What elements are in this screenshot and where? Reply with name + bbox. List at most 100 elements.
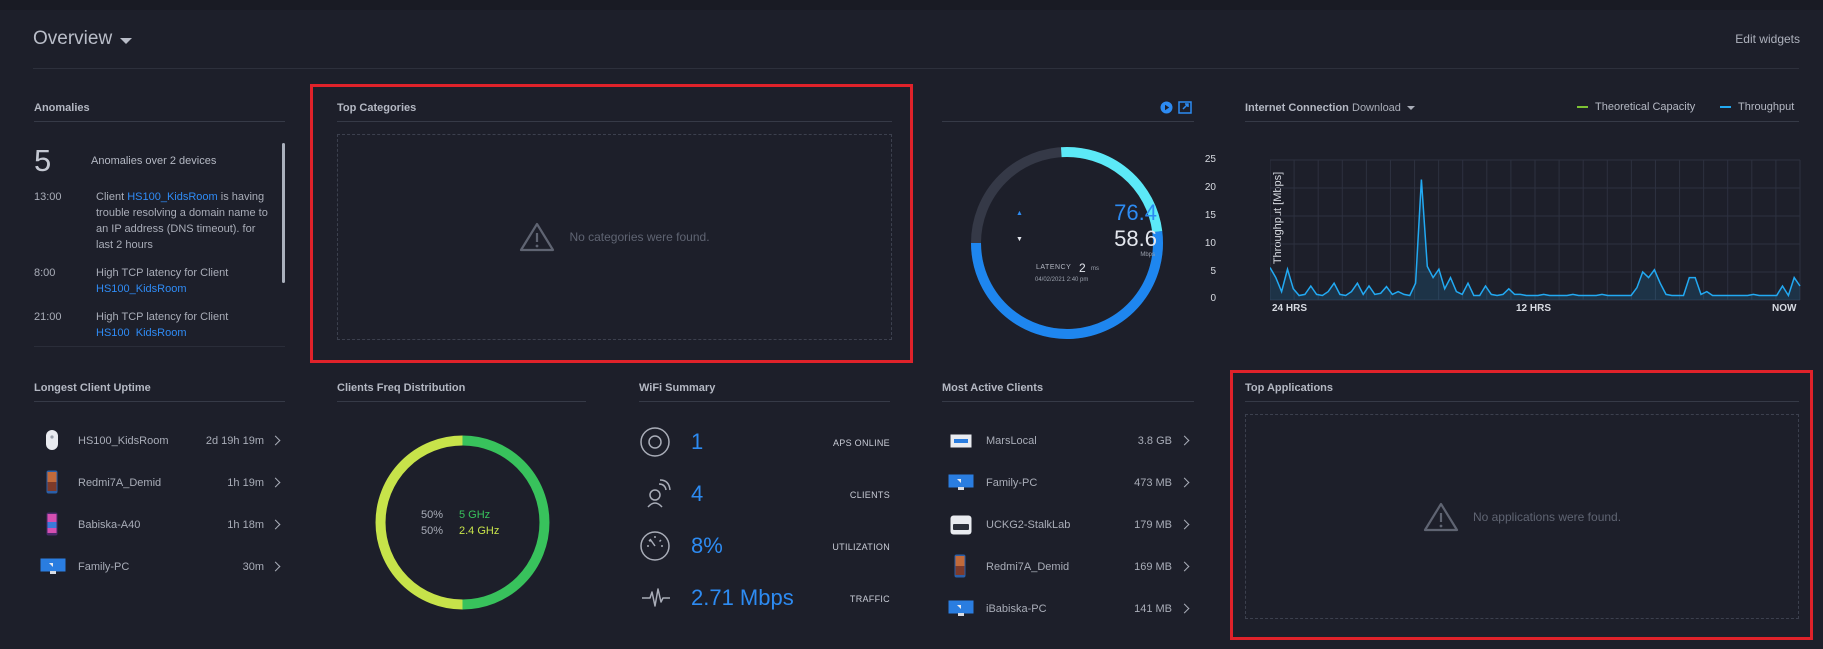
freq-divider	[337, 401, 586, 402]
chevron-right-icon	[1179, 477, 1190, 488]
freq-title: Clients Freq Distribution	[337, 382, 466, 394]
top-categories-empty: No categories were found.	[337, 134, 892, 340]
uptime-value: 1h 18m	[227, 519, 264, 531]
pc-icon	[40, 558, 66, 574]
list-item[interactable]: iBabiska-PC 141 MB	[942, 593, 1194, 625]
external-link-icon[interactable]	[1178, 101, 1192, 114]
wifi-summary-divider	[639, 401, 890, 402]
overview-dropdown[interactable]: Overview	[33, 28, 133, 50]
traffic-label: TRAFFIC	[849, 594, 890, 604]
anomalies-bottom-divider	[34, 346, 285, 347]
anomaly-time: 13:00	[34, 191, 62, 203]
speed-unit: Mbps	[1140, 252, 1155, 258]
chevron-right-icon	[270, 561, 281, 572]
wifi-row-aps[interactable]: 1 APS ONLINE	[639, 424, 890, 460]
anomalies-count: 5	[34, 143, 52, 178]
legend-label: Throughput	[1738, 101, 1795, 113]
anomalies-title: Anomalies	[34, 102, 90, 114]
legend-throughput: Throughput	[1720, 101, 1794, 113]
y-tick: 5	[1210, 266, 1216, 277]
anomaly-text: Client HS100_KidsRoom is having trouble …	[96, 189, 271, 253]
longest-uptime-divider	[34, 401, 285, 402]
client-name: Babiska-A40	[78, 519, 141, 531]
edit-widgets-link[interactable]: Edit widgets	[1735, 32, 1800, 46]
anomaly-text-pre: High TCP latency for Client	[96, 267, 229, 279]
anomaly-text: High TCP latency for Client HS100_KidsRo…	[96, 265, 271, 297]
wifi-summary-title: WiFi Summary	[639, 382, 716, 394]
chevron-right-icon	[1179, 561, 1190, 572]
client-link[interactable]: HS100_KidsRoom	[96, 283, 187, 295]
latency-label: LATENCY	[1036, 264, 1072, 271]
top-strip	[0, 0, 1823, 10]
list-item[interactable]: HS100_KidsRoom 2d 19h 19m	[34, 425, 285, 457]
anomaly-time: 8:00	[34, 267, 56, 279]
play-icon[interactable]	[1160, 101, 1173, 114]
speedtest-date: 04/02/2021 2:40 pm	[1035, 277, 1089, 283]
uptime-value: 2d 19h 19m	[205, 435, 264, 447]
most-active-title: Most Active Clients	[942, 382, 1044, 394]
client-link[interactable]: HS100_KidsRoom	[127, 191, 218, 203]
list-item[interactable]: UCKG2-StalkLab 179 MB	[942, 509, 1194, 541]
phone-icon	[46, 470, 58, 494]
chevron-right-icon	[1179, 519, 1190, 530]
chevron-right-icon	[270, 477, 281, 488]
list-item[interactable]: Redmi7A_Demid 1h 19m	[34, 467, 285, 499]
longest-uptime-title: Longest Client Uptime	[34, 382, 151, 394]
client-name: UCKG2-StalkLab	[986, 519, 1071, 531]
legend-label: Theoretical Capacity	[1595, 101, 1696, 113]
list-item[interactable]: Babiska-A40 1h 18m	[34, 509, 285, 541]
cloud-key-icon	[950, 515, 972, 535]
latency-unit: ms	[1091, 266, 1099, 272]
client-name: MarsLocal	[986, 435, 1037, 447]
usage-value: 3.8 GB	[1137, 435, 1172, 447]
download-arrow-icon: ▲	[1016, 210, 1023, 217]
list-item[interactable]: Family-PC 30m	[34, 551, 285, 583]
internet-title: Internet Connection	[1245, 102, 1349, 114]
wifi-row-utilization[interactable]: 8% UTILIZATION	[639, 528, 890, 564]
anomalies-scrollbar[interactable]	[282, 143, 285, 283]
freq-pct: 50%	[421, 525, 444, 537]
warning-icon	[1423, 502, 1459, 531]
empty-message: No applications were found.	[1472, 509, 1622, 524]
download-speed: 76.4	[1114, 200, 1157, 225]
chevron-right-icon	[1179, 435, 1190, 446]
wifi-row-traffic[interactable]: 2.71 Mbps TRAFFIC	[639, 580, 890, 616]
anomalies-fade	[34, 336, 284, 346]
client-name: Redmi7A_Demid	[986, 561, 1070, 573]
freq-segment-5ghz	[462, 435, 550, 610]
y-tick: 20	[1204, 182, 1216, 193]
freq-donut	[375, 435, 550, 610]
page-title: Overview	[33, 28, 113, 49]
usage-value: 473 MB	[1134, 477, 1172, 489]
top-applications-divider	[1245, 401, 1799, 402]
clients-icon	[647, 479, 671, 508]
chevron-down-icon	[1406, 106, 1415, 110]
access-point-icon	[640, 427, 670, 457]
internet-mode-label: Download	[1352, 102, 1401, 114]
legend-swatch	[1577, 106, 1588, 108]
usage-value: 141 MB	[1134, 603, 1172, 615]
phone-icon	[46, 512, 58, 536]
top-categories-title: Top Categories	[337, 102, 417, 114]
anomalies-subtitle: Anomalies over 2 devices	[91, 155, 217, 167]
wifi-row-clients[interactable]: 4 CLIENTS	[639, 476, 890, 512]
list-item[interactable]: Family-PC 473 MB	[942, 467, 1194, 499]
list-item[interactable]: Redmi7A_Demid 169 MB	[942, 551, 1194, 583]
top-applications-title: Top Applications	[1245, 382, 1333, 394]
header-divider	[33, 68, 1799, 69]
pc-icon	[948, 600, 974, 616]
chevron-down-icon	[120, 38, 133, 44]
top-categories-divider	[337, 121, 892, 122]
speedtest-divider	[942, 121, 1194, 122]
list-item[interactable]: MarsLocal 3.8 GB	[942, 425, 1194, 457]
phone-icon	[954, 554, 966, 578]
internet-mode-dropdown[interactable]: Download	[1352, 102, 1415, 114]
utilization-label: UTILIZATION	[832, 542, 890, 552]
freq-band: 5 GHz	[459, 509, 491, 521]
throughput-chart	[1270, 159, 1801, 301]
gauge-icon	[640, 531, 670, 561]
traffic-value: 2.71 Mbps	[691, 585, 794, 610]
anomaly-time: 21:00	[34, 311, 62, 323]
aps-online-label: APS ONLINE	[832, 438, 890, 448]
anomaly-text-pre: High TCP latency for Client	[96, 311, 229, 323]
